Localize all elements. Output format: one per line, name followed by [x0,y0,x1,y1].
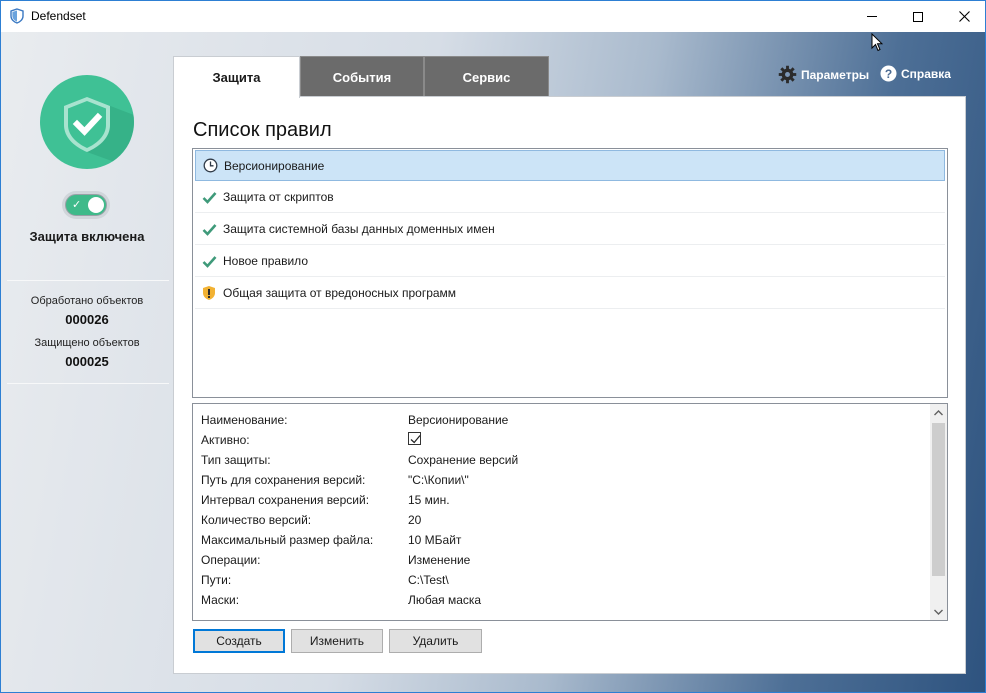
protected-objects-value: 000025 [65,354,109,369]
rule-label: Защита от скриптов [223,190,334,204]
property-name: Маски: [201,593,240,607]
property-value: Изменение [408,553,471,567]
protected-objects-label: Защищено объектов [34,337,140,349]
maximize-icon [913,11,923,22]
app-window: Defendset ✓ Защита включена Обработано о… [0,0,986,693]
rule-item-new[interactable]: Новое правило [195,246,945,277]
gear-icon [778,65,797,84]
rule-label: Новое правило [223,254,308,268]
processed-objects-value: 000026 [65,312,109,327]
warning-shield-icon [201,285,217,301]
help-link-label: Справка [901,66,951,81]
property-value: "C:\Копии\" [408,473,469,487]
property-value: 10 МБайт [408,533,462,547]
property-name: Количество версий: [201,513,312,527]
property-name: Пути: [201,573,232,587]
settings-link[interactable]: Параметры [778,65,869,84]
edit-button[interactable]: Изменить [291,629,383,653]
mouse-cursor-icon [871,33,883,52]
rule-item-dns[interactable]: Защита системной базы данных доменных им… [195,214,945,245]
check-icon [201,221,217,237]
scroll-thumb[interactable] [932,423,945,576]
rule-item-malware[interactable]: Общая защита от вредоносных программ [195,278,945,309]
property-name: Интервал сохранения версий: [201,493,370,507]
app-shield-icon [10,8,24,24]
clock-icon [202,158,218,174]
sidebar-divider [7,280,169,281]
client-area: ✓ Защита включена Обработано объектов 00… [1,32,985,692]
sidebar: ✓ Защита включена Обработано объектов 00… [1,32,173,692]
property-value: Сохранение версий [408,453,519,467]
properties-scrollbar[interactable] [930,404,947,620]
scroll-down-button[interactable] [930,603,947,620]
rule-label: Защита системной базы данных доменных им… [223,222,495,236]
property-name: Операции: [201,553,261,567]
page-title: Список правил [193,119,332,141]
property-name: Путь для сохранения версий: [201,473,366,487]
tab-service[interactable]: Сервис [424,56,549,97]
property-value: 15 мин. [408,493,450,507]
maximize-button[interactable] [895,1,941,32]
rules-list[interactable]: Версионирование Защита от скриптов Защит… [192,148,948,398]
scroll-up-button[interactable] [930,404,947,421]
toggle-check-icon: ✓ [72,199,82,211]
active-checkbox[interactable] [408,432,421,449]
protection-toggle[interactable]: ✓ [65,194,107,216]
rule-item-scripts[interactable]: Защита от скриптов [195,182,945,213]
property-name: Активно: [201,433,250,447]
chevron-up-icon [934,409,943,415]
processed-objects-label: Обработано объектов [30,295,144,307]
rule-label: Версионирование [224,158,325,173]
rule-item-versioning[interactable]: Версионирование [195,150,945,181]
sidebar-divider [7,383,169,384]
toggle-knob [88,197,104,213]
window-title: Defendset [31,9,86,23]
tab-events[interactable]: События [300,56,424,97]
chevron-down-icon [934,609,943,615]
title-bar[interactable]: Defendset [1,1,985,32]
protection-status-label: Защита включена [29,229,145,244]
settings-link-label: Параметры [801,67,870,82]
delete-button[interactable]: Удалить [389,629,482,653]
check-icon [201,253,217,269]
check-icon [201,189,217,205]
create-button[interactable]: Создать [193,629,285,653]
property-value: 20 [408,513,422,527]
protection-shield-icon [40,75,134,169]
rule-properties-panel[interactable]: Наименование: Версионирование Активно: Т… [192,403,948,621]
help-icon: ? [880,65,897,82]
close-button[interactable] [941,1,985,32]
property-value: C:\Test\ [408,573,449,587]
help-link[interactable]: ? Справка [880,65,951,82]
property-name: Тип защиты: [201,453,271,467]
property-name: Максимальный размер файла: [201,533,374,547]
minimize-button[interactable] [849,1,895,32]
svg-text:?: ? [885,67,892,81]
property-value: Версионирование [408,413,509,427]
tab-protection[interactable]: Защита [173,56,300,98]
close-icon [958,11,970,22]
property-value: Любая маска [408,593,482,607]
minimize-icon [867,16,877,17]
content-panel: Список правил Версионирование Защита от … [173,96,966,674]
property-name: Наименование: [201,413,288,427]
rule-label: Общая защита от вредоносных программ [223,286,457,300]
